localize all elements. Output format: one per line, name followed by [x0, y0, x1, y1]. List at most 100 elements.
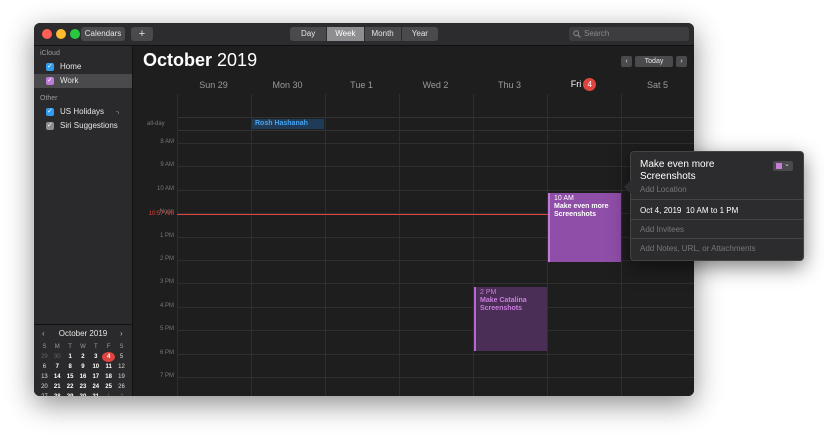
mini-calendar-day[interactable]: 8 — [64, 362, 77, 372]
hour-line — [177, 283, 694, 284]
titlebar: Calendars + Day Week Month Year Search — [34, 23, 694, 46]
divider — [177, 94, 178, 396]
view-month-tab[interactable]: Month — [365, 27, 402, 41]
popover-title[interactable]: Make even more Screenshots — [640, 159, 770, 183]
sidebar-item-work[interactable]: Work — [34, 74, 132, 88]
mini-calendar-day[interactable]: 19 — [115, 372, 128, 382]
all-day-event[interactable]: Rosh Hashanah — [251, 119, 324, 129]
zoom-button[interactable] — [70, 29, 80, 39]
checkbox-siri-suggestions[interactable] — [46, 119, 54, 133]
mini-calendar-day[interactable]: 21 — [51, 382, 64, 392]
mini-calendar-day[interactable]: 20 — [38, 382, 51, 392]
mini-calendar-day[interactable]: 9 — [77, 362, 90, 372]
view-week-tab[interactable]: Week — [327, 27, 365, 41]
mini-calendar-day[interactable]: 11 — [102, 362, 115, 372]
mini-calendar-day[interactable]: 17 — [89, 372, 102, 382]
all-day-label: all-day — [147, 121, 165, 127]
mini-calendar-day[interactable]: 25 — [102, 382, 115, 392]
minimize-button[interactable] — [56, 29, 66, 39]
day-header[interactable]: Thu 3 — [473, 80, 546, 92]
hour-line — [177, 143, 694, 144]
add-event-button[interactable]: + — [131, 27, 153, 41]
mini-calendar-day[interactable]: 28 — [51, 392, 64, 396]
event-title: Make Catalina Screenshots — [480, 297, 527, 312]
day-header-today[interactable]: Fri 4 — [547, 78, 620, 91]
prev-week-button[interactable]: ‹ — [621, 56, 632, 67]
color-swatch — [776, 163, 782, 169]
hour-label: 6 PM — [159, 350, 174, 356]
divider — [251, 94, 252, 396]
mini-calendar-day[interactable]: 12 — [115, 362, 128, 372]
mini-calendar: ‹ October 2019 › S M T W T F S 29 30 1 2 3 4 5 6 7 8 9 10 1… — [34, 324, 132, 396]
sidebar-item-home[interactable]: Home — [34, 60, 132, 74]
event-make-catalina-screenshots[interactable]: 2 PM Make Catalina Screenshots — [474, 287, 547, 351]
mini-calendar-day[interactable]: 26 — [115, 382, 128, 392]
mini-calendar-day[interactable]: 16 — [77, 372, 90, 382]
mini-calendar-day[interactable]: 31 — [89, 392, 102, 396]
mini-calendar-day[interactable]: 5 — [115, 352, 128, 362]
search-field[interactable]: Search — [569, 27, 689, 41]
current-time-label: 10:57 AM — [148, 211, 174, 217]
mini-calendar-day[interactable]: 6 — [38, 362, 51, 372]
mini-calendar-day[interactable]: 15 — [64, 372, 77, 382]
view-day-tab[interactable]: Day — [290, 27, 328, 41]
day-header[interactable]: Tue 1 — [325, 80, 398, 92]
hour-label: 2 PM — [159, 256, 174, 262]
add-invitees-field[interactable]: Add Invitees — [640, 225, 684, 234]
sidebar-item-siri-suggestions[interactable]: Siri Suggestions — [34, 119, 132, 133]
calendars-button[interactable]: Calendars — [81, 27, 125, 41]
sidebar-item-us-holidays[interactable]: US Holidays ◝ — [34, 105, 132, 119]
mini-calendar-day[interactable]: 14 — [51, 372, 64, 382]
view-switcher: Day Week Month Year — [290, 27, 438, 41]
mini-calendar-day[interactable]: 24 — [89, 382, 102, 392]
calendar-color-picker[interactable]: ⌄ — [773, 161, 793, 171]
checkbox-us-holidays[interactable] — [46, 105, 54, 119]
mini-calendar-day[interactable]: 1 — [102, 392, 115, 396]
next-week-button[interactable]: › — [676, 56, 687, 67]
mini-calendar-day[interactable]: 29 — [38, 352, 51, 362]
sidebar: iCloud Home Work Other US Holidays ◝ Sir… — [34, 46, 133, 396]
add-location-field[interactable]: Add Location — [640, 185, 687, 194]
mini-calendar-day[interactable]: 30 — [51, 352, 64, 362]
search-placeholder: Search — [584, 29, 610, 38]
mini-calendar-day[interactable]: 29 — [64, 392, 77, 396]
divider — [631, 219, 803, 220]
mini-calendar-day[interactable]: 4 — [102, 352, 116, 362]
hour-line — [177, 330, 694, 331]
view-year-tab[interactable]: Year — [402, 27, 438, 41]
day-header[interactable]: Sun 29 — [177, 80, 250, 92]
hour-line — [177, 307, 694, 308]
week-view: October 2019 ‹ Today › Sun 29 Mon 30 Tue… — [133, 46, 694, 396]
mini-calendar-day[interactable]: 2 — [115, 392, 128, 396]
month-name: October — [143, 50, 213, 70]
mini-calendar-day[interactable]: 13 — [38, 372, 51, 382]
checkbox-home[interactable] — [46, 60, 54, 74]
chevron-right-icon[interactable]: › — [120, 329, 123, 338]
mini-calendar-day[interactable]: 23 — [77, 382, 90, 392]
day-header[interactable]: Wed 2 — [399, 80, 472, 92]
close-button[interactable] — [42, 29, 52, 39]
checkbox-work[interactable] — [46, 74, 54, 88]
hour-label: 10 AM — [156, 186, 174, 192]
mini-calendar-day[interactable]: 18 — [102, 372, 115, 382]
page-title: October 2019 — [143, 50, 257, 71]
mini-calendar-day[interactable]: 1 — [64, 352, 77, 362]
mini-calendar-day[interactable]: 10 — [89, 362, 102, 372]
event-make-even-more-screenshots[interactable]: 10 AM Make even more Screenshots — [548, 193, 621, 262]
add-notes-field[interactable]: Add Notes, URL, or Attachments — [640, 244, 756, 253]
mini-calendar-day[interactable]: 2 — [77, 352, 90, 362]
divider — [631, 199, 803, 200]
mini-calendar-day[interactable]: 3 — [89, 352, 102, 362]
day-header[interactable]: Mon 30 — [251, 80, 324, 92]
mini-calendar-day[interactable]: 22 — [64, 382, 77, 392]
mini-calendar-day[interactable]: 27 — [38, 392, 51, 396]
sidebar-item-label: Siri Suggestions — [60, 121, 118, 130]
day-header[interactable]: Sat 5 — [621, 80, 694, 92]
event-date-time[interactable]: Oct 4, 2019 10 AM to 1 PM — [640, 206, 738, 215]
mini-calendar-day[interactable]: 30 — [77, 392, 90, 396]
mini-calendar-day[interactable]: 7 — [51, 362, 64, 372]
today-button[interactable]: Today — [635, 56, 673, 67]
divider — [399, 94, 400, 396]
icloud-header: iCloud — [40, 50, 60, 57]
hour-line — [177, 354, 694, 355]
